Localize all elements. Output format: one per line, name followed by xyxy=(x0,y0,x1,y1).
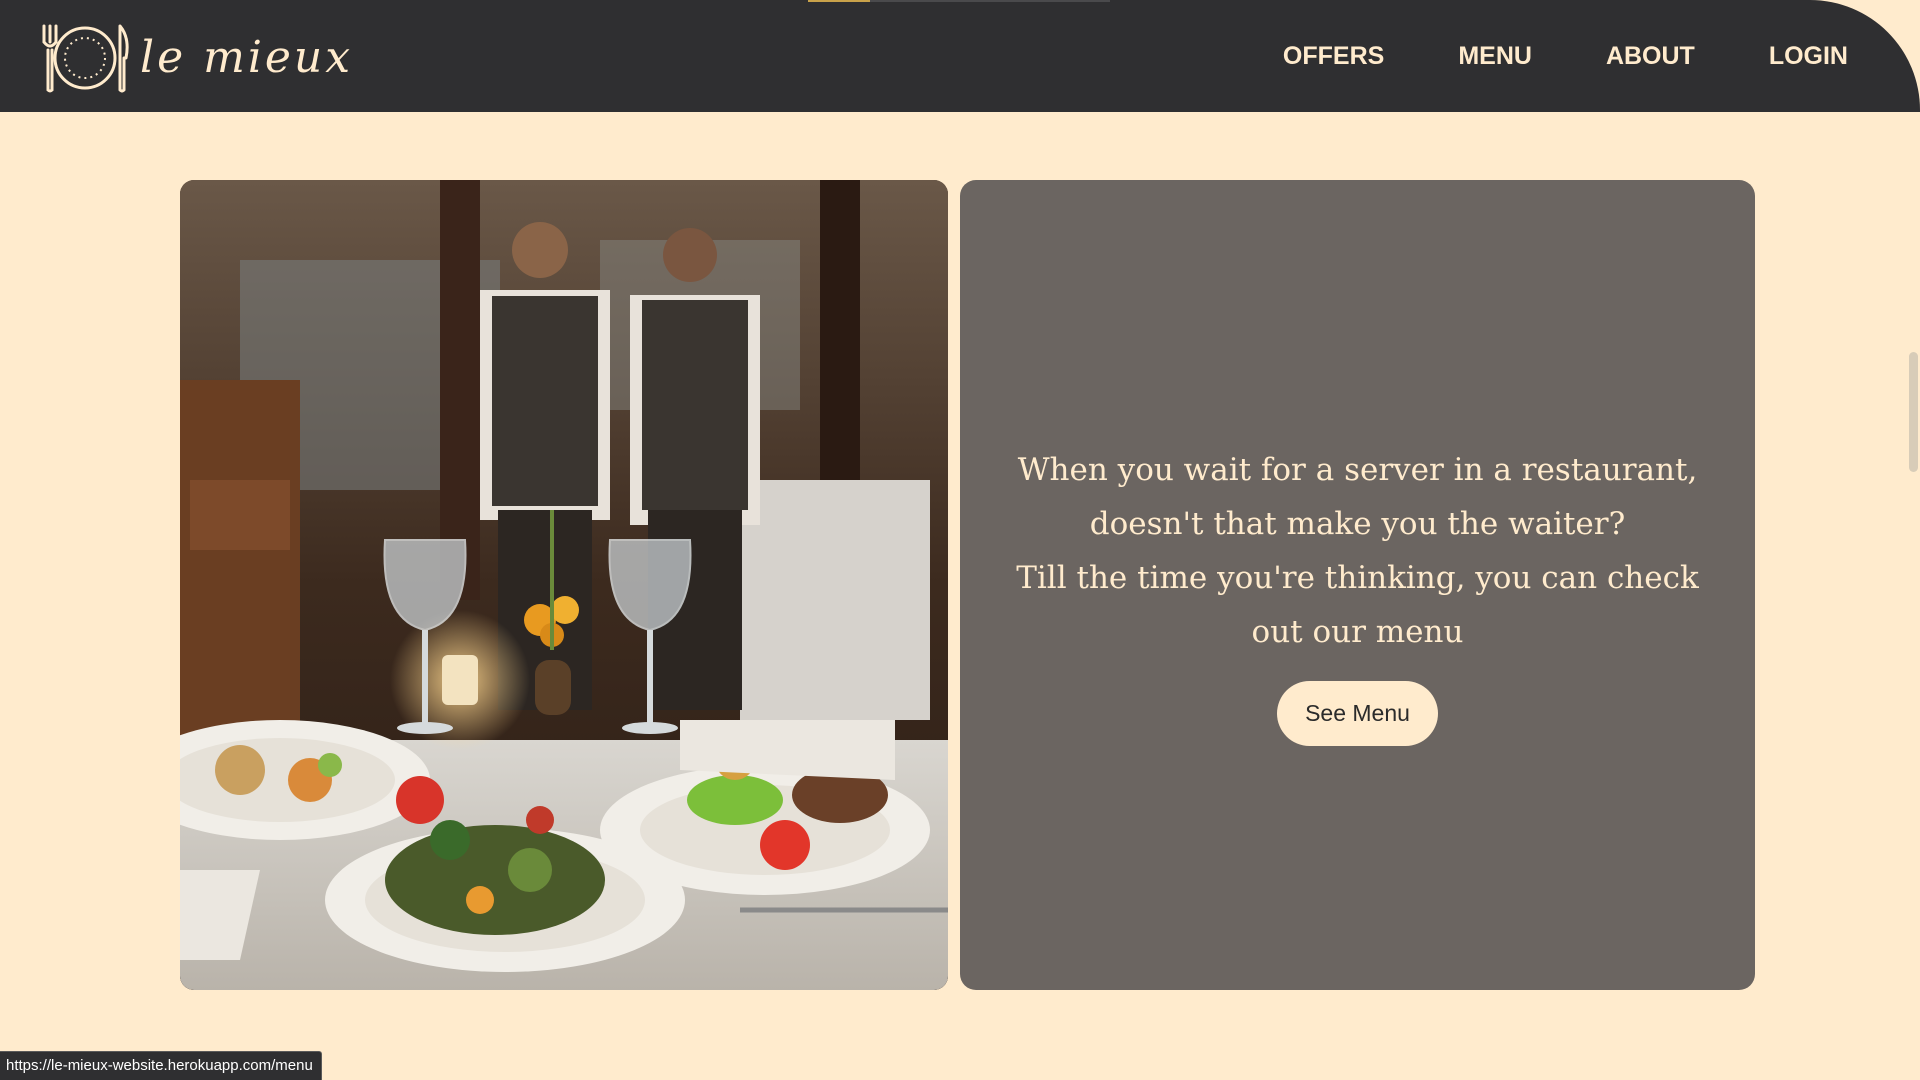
brand-name: le mieux xyxy=(140,32,354,83)
restaurant-photo xyxy=(180,180,948,990)
brand-logo-link[interactable]: le mieux xyxy=(40,22,353,94)
promo-quote: When you wait for a server in a restaura… xyxy=(1008,443,1708,659)
page-scrollbar-thumb[interactable] xyxy=(1909,352,1918,472)
nav-offers-link[interactable]: OFFERS xyxy=(1283,42,1384,71)
restaurant-scene-illustration xyxy=(180,180,948,990)
nav-about-link[interactable]: ABOUT xyxy=(1606,42,1695,71)
main-nav: OFFERS MENU ABOUT LOGIN xyxy=(1209,0,1848,112)
see-menu-button[interactable]: See Menu xyxy=(1277,680,1438,746)
page: le mieux OFFERS MENU ABOUT LOGIN When yo… xyxy=(0,0,1920,1080)
link-status-bar: https://le-mieux-website.herokuapp.com/m… xyxy=(0,1051,322,1080)
menu-promo-card: When you wait for a server in a restaura… xyxy=(960,180,1755,990)
promo-quote-line-2: Till the time you're thinking, you can c… xyxy=(1016,559,1699,650)
promo-quote-line-1: When you wait for a server in a restaura… xyxy=(1017,451,1698,542)
plate-cutlery-icon xyxy=(42,24,129,93)
top-navbar: le mieux OFFERS MENU ABOUT LOGIN xyxy=(0,0,1920,112)
nav-login-link[interactable]: LOGIN xyxy=(1769,42,1848,71)
nav-menu-link[interactable]: MENU xyxy=(1458,42,1532,71)
top-progress-indicator xyxy=(808,0,870,2)
